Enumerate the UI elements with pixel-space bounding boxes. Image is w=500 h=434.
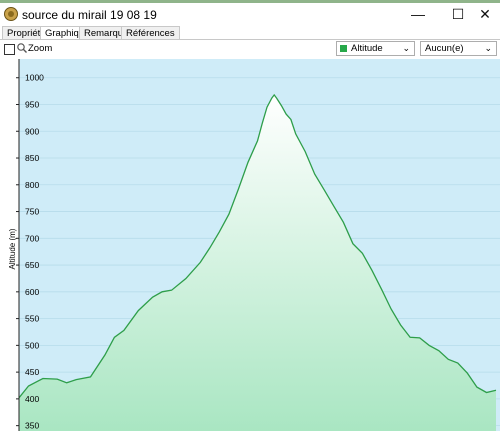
close-button[interactable]: ✕ bbox=[470, 4, 500, 24]
zoom-checkbox[interactable] bbox=[4, 44, 15, 55]
y-tick-label: 450 bbox=[25, 367, 39, 377]
y-tick-label: 900 bbox=[25, 126, 39, 136]
y-tick-label: 550 bbox=[25, 314, 39, 324]
y-tick-label: 950 bbox=[25, 99, 39, 109]
y-tick-label: 800 bbox=[25, 180, 39, 190]
app-icon bbox=[4, 7, 18, 21]
zoom-label: Zoom bbox=[28, 43, 53, 54]
minimize-button[interactable]: — bbox=[403, 4, 433, 24]
chevron-down-icon: ⌄ bbox=[484, 43, 492, 53]
title-bar: source du mirail 19 08 19 — ☐ ✕ bbox=[0, 0, 500, 28]
chart-toolbar: Zoom Altitude ⌄ Aucun(e) ⌄ bbox=[0, 40, 500, 59]
compare-select-value: Aucun(e) bbox=[425, 43, 464, 54]
tab-strip: Propriétés Graphique Remarques Référence… bbox=[0, 26, 500, 40]
maximize-button[interactable]: ☐ bbox=[443, 4, 473, 24]
y-tick-label: 350 bbox=[25, 421, 39, 431]
y-tick-label: 1000 bbox=[25, 73, 44, 83]
chevron-down-icon: ⌄ bbox=[402, 43, 410, 53]
window-title: source du mirail 19 08 19 bbox=[22, 8, 157, 22]
compare-select[interactable]: Aucun(e) ⌄ bbox=[420, 41, 497, 56]
altitude-chart-svg: 1000 950 900 850 800 750 700 650 600 550 500 450 400… bbox=[8, 59, 500, 432]
series-select[interactable]: Altitude ⌄ bbox=[336, 41, 415, 56]
y-tick-label: 750 bbox=[25, 207, 39, 217]
y-tick-label: 850 bbox=[25, 153, 39, 163]
y-tick-label: 500 bbox=[25, 340, 39, 350]
y-tick-label: 400 bbox=[25, 394, 39, 404]
y-axis-label: Altitude (m) bbox=[8, 228, 17, 269]
altitude-chart: 1000 950 900 850 800 750 700 650 600 550 500 450 400… bbox=[0, 59, 500, 432]
tab-references[interactable]: Références bbox=[121, 26, 180, 39]
y-tick-label: 700 bbox=[25, 233, 39, 243]
series-select-value: Altitude bbox=[351, 43, 383, 54]
background-map-strip bbox=[0, 0, 500, 3]
magnifier-icon bbox=[17, 43, 27, 53]
y-tick-label: 650 bbox=[25, 260, 39, 270]
y-tick-label: 600 bbox=[25, 287, 39, 297]
series-color-swatch bbox=[340, 45, 347, 52]
